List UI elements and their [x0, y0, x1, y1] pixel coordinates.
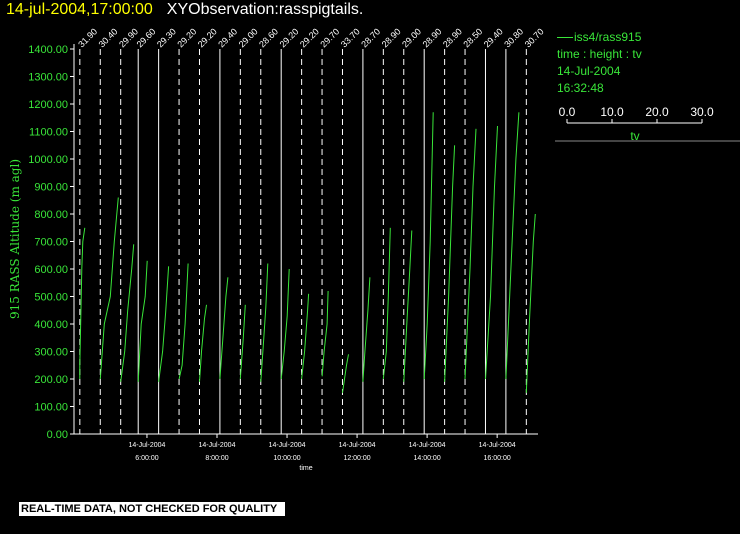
x-tick-date: 14-Jul-2004 — [339, 442, 376, 449]
profile-label: 29.30 — [155, 26, 178, 49]
profile-label: 30.70 — [523, 26, 546, 49]
y-tick-label: 600.00 — [34, 264, 68, 276]
legend: iss4/rass915 time : height : tv 14-Jul-2… — [557, 29, 642, 97]
profile-label: 29.00 — [237, 26, 260, 49]
profile-trace — [505, 112, 520, 380]
legend-date: 14-Jul-2004 — [557, 64, 621, 78]
x-tick-label: 14:00:00 — [413, 455, 440, 462]
profile-trace — [99, 197, 119, 380]
profile-label: 29.20 — [298, 26, 321, 49]
y-tick-label: 900.00 — [34, 182, 68, 194]
profile-label: 28.70 — [359, 26, 382, 49]
legend-series-name: iss4/rass915 — [574, 30, 642, 44]
legend-time: 16:32:48 — [557, 81, 604, 95]
scale-tick-label: 20.0 — [645, 105, 669, 119]
profile-trace — [301, 293, 310, 380]
profile-label: 30.40 — [97, 26, 120, 49]
x-tick-date: 14-Jul-2004 — [199, 442, 236, 449]
x-tick-date: 14-Jul-2004 — [479, 442, 516, 449]
tv-scale: 0.0 10.0 20.0 30.0 tv — [555, 105, 740, 142]
legend-series: iss4/rass915 — [557, 29, 642, 46]
y-tick-label: 300.00 — [34, 347, 68, 359]
y-tick-label: 1300.00 — [28, 72, 68, 84]
profile-label: 29.20 — [196, 26, 219, 49]
profile-label: 29.90 — [117, 26, 140, 49]
profile-label: 33.70 — [339, 26, 362, 49]
y-tick-label: 1400.00 — [28, 44, 68, 56]
profile-gridlines — [79, 49, 527, 434]
profile-label: 29.60 — [135, 26, 158, 49]
profile-trace — [79, 227, 86, 379]
profile-label: 29.40 — [482, 26, 505, 49]
profile-trace — [280, 268, 290, 380]
y-tick-label: 1200.00 — [28, 99, 68, 111]
scale-tick-label: 0.0 — [559, 105, 576, 119]
profile-label: 29.20 — [175, 26, 198, 49]
profile-trace — [239, 304, 246, 380]
profile-label: 29.20 — [278, 26, 301, 49]
x-tick-label: 16:00:00 — [484, 455, 511, 462]
x-tick-label: 6:00:00 — [135, 455, 158, 462]
profile-trace — [260, 263, 269, 382]
chart-title: 14-jul-2004,17:00:00 XYObservation:rasspi… — [6, 1, 363, 19]
y-tick-label: 1100.00 — [29, 127, 68, 139]
profile-label: 28.60 — [257, 26, 280, 49]
profile-traces — [79, 112, 536, 393]
profile-trace — [137, 260, 148, 382]
profile-trace — [403, 230, 413, 382]
profile-trace — [178, 263, 189, 380]
profile-trace — [382, 227, 391, 380]
profile-label: 29.40 — [216, 26, 239, 49]
profile-label: 29.00 — [400, 26, 423, 49]
x-tick-date: 14-Jul-2004 — [269, 442, 306, 449]
x-axis-label: time — [299, 465, 312, 472]
profile-trace — [444, 145, 456, 382]
x-tick-label: 10:00:00 — [273, 455, 300, 462]
profile-trace — [362, 277, 371, 382]
profile-trace — [321, 290, 329, 377]
x-tick-label: 8:00:00 — [205, 455, 228, 462]
y-axis-label: 915 RASS Altitude (m agl) — [8, 159, 22, 319]
y-tick-label: 400.00 — [34, 319, 68, 331]
quality-disclaimer: REAL-TIME DATA, NOT CHECKED FOR QUALITY — [19, 502, 286, 516]
profile-label: 29.70 — [318, 26, 341, 49]
profile-trace — [120, 244, 135, 382]
y-tick-label: 1000.00 — [28, 154, 68, 166]
profile-trace — [342, 354, 349, 393]
profile-label: 28.90 — [441, 26, 464, 49]
profile-trace — [525, 213, 536, 393]
profile-trace — [199, 304, 207, 382]
x-tick-date: 14-Jul-2004 — [128, 442, 165, 449]
axes — [73, 44, 538, 435]
profile-trace — [158, 266, 170, 382]
profile-trace — [485, 125, 498, 380]
y-tick-label: 800.00 — [34, 209, 68, 221]
y-tick-label: 0.00 — [47, 429, 68, 441]
x-tick-label: 12:00:00 — [343, 455, 370, 462]
profile-label: 31.90 — [76, 26, 99, 49]
profile-trace — [464, 128, 477, 380]
profile-label: 30.80 — [502, 26, 525, 49]
x-axis-ticks: 14-Jul-2004 6:00:00 14-Jul-2004 8:00:00 14-J… — [128, 434, 516, 462]
title-text: XYObservation:rasspigtails. — [166, 1, 364, 18]
legend-axes: time : height : tv — [557, 47, 642, 61]
profile-label: 28.50 — [461, 26, 484, 49]
profile-label: 28.90 — [380, 26, 403, 49]
profile-label: 28.90 — [421, 26, 444, 49]
profile-labels: 31.9030.4029.9029.6029.3029.2029.2029.40… — [76, 26, 545, 49]
scale-tick-label: 30.0 — [690, 105, 714, 119]
profile-trace — [423, 112, 434, 380]
y-tick-label: 500.00 — [34, 292, 68, 304]
y-tick-label: 100.00 — [34, 402, 68, 414]
profile-trace — [219, 277, 229, 380]
x-tick-date: 14-Jul-2004 — [409, 442, 446, 449]
title-datetime: 14-jul-2004,17:00:00 — [6, 1, 153, 18]
y-tick-label: 700.00 — [34, 237, 68, 249]
y-tick-label: 200.00 — [34, 374, 68, 386]
scale-label: tv — [630, 129, 639, 142]
y-axis-ticks: 0.00 100.00 200.00 300.00 400.00 500.00 600.00… — [28, 44, 74, 441]
scale-tick-label: 10.0 — [600, 105, 624, 119]
